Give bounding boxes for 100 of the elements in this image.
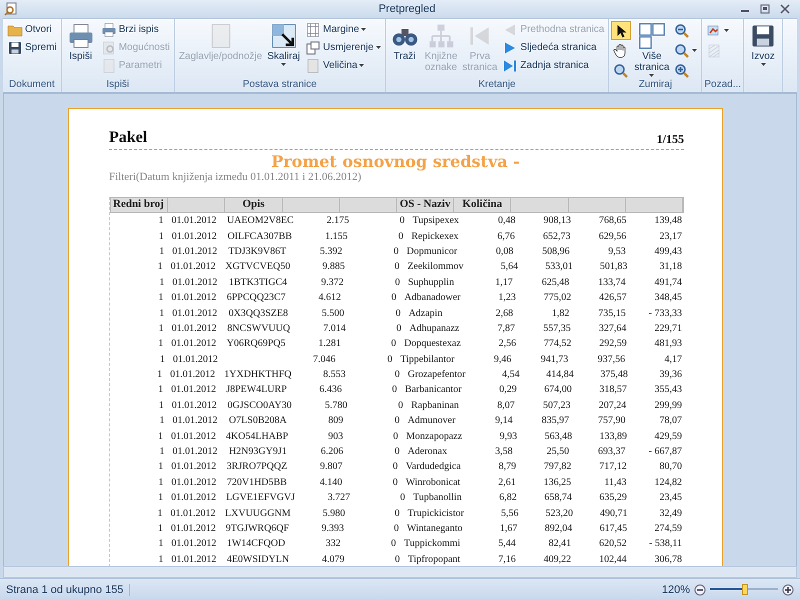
table-cell: 1BTK3TIGC4 bbox=[228, 276, 288, 288]
table-cell: 0 bbox=[392, 461, 398, 472]
ribbon-button[interactable]: Sljedeća stranica bbox=[500, 39, 606, 56]
ribbon-button[interactable]: Traži bbox=[388, 21, 422, 63]
table-cell: 4,17 bbox=[664, 354, 682, 365]
table-cell: 0 bbox=[393, 430, 398, 442]
table-cell: 01.01.2012 bbox=[171, 384, 216, 396]
slider-thumb[interactable] bbox=[742, 584, 748, 595]
caret-icon bbox=[724, 29, 730, 32]
table-cell: 1 bbox=[158, 292, 164, 304]
zoom-in-button[interactable] bbox=[782, 584, 794, 596]
table-cell: 1.281 bbox=[318, 338, 341, 350]
table-cell: Zeekilommov bbox=[407, 261, 464, 272]
table-cell: 1,82 bbox=[552, 308, 570, 319]
table-cell: - 667,87 bbox=[648, 446, 682, 458]
ribbon-button[interactable]: Veličina bbox=[303, 57, 383, 74]
table-cell: 1 bbox=[158, 461, 164, 472]
table-cell: 78,07 bbox=[660, 415, 682, 426]
table-cell: 0 bbox=[394, 276, 400, 288]
table-cell: 2.175 bbox=[326, 215, 350, 226]
table-cell: UAEOM2V8EC bbox=[226, 215, 294, 226]
table-cell: 01.01.2012 bbox=[171, 476, 216, 488]
table-cell: 299,99 bbox=[654, 400, 682, 411]
table-cell: 332 bbox=[326, 538, 341, 550]
table-cell: 0 bbox=[391, 292, 396, 304]
table-cell: 102,44 bbox=[599, 554, 627, 565]
magnifier-icon bbox=[613, 62, 630, 78]
table-cell: 620,52 bbox=[599, 538, 627, 550]
table-cell: 1 bbox=[159, 308, 164, 319]
table-cell: XGTVCVEQ50 bbox=[225, 261, 290, 272]
ribbon-button[interactable]: Izvoz bbox=[746, 21, 780, 67]
ribbon-button[interactable]: Zadnja stranica bbox=[500, 57, 606, 74]
table-cell: 8NCSWVUUQ bbox=[227, 322, 290, 334]
table-cell: 9,46 bbox=[494, 354, 512, 365]
table-cell: 0 bbox=[392, 476, 398, 488]
table-cell: 9,14 bbox=[495, 415, 513, 426]
ribbon-button[interactable]: Margine bbox=[303, 21, 383, 38]
table-cell: 9.807 bbox=[320, 461, 342, 472]
table-cell: 1 bbox=[157, 369, 162, 380]
table-cell: 01.01.2012 bbox=[171, 492, 216, 504]
table-cell: 1 bbox=[158, 400, 164, 411]
ribbon-button[interactable]: Usmjerenje bbox=[303, 39, 383, 56]
table-cell: 8,07 bbox=[497, 400, 515, 411]
table-cell: 941,73 bbox=[540, 354, 568, 365]
table-cell: 557,35 bbox=[543, 322, 571, 334]
table-cell: 5.780 bbox=[324, 400, 348, 411]
table-cell: - 733,33 bbox=[648, 308, 682, 319]
table-cell: 5.500 bbox=[322, 308, 344, 319]
table-cell: 375,48 bbox=[600, 369, 628, 380]
table-cell: 3RJRO7PQQZ bbox=[226, 461, 288, 472]
pages-icon bbox=[638, 22, 666, 50]
ribbon-button[interactable]: Skaliraj bbox=[265, 21, 302, 67]
table-cell: Rapbaninan bbox=[411, 400, 459, 411]
table-cell: 1 bbox=[159, 276, 164, 288]
table-cell: 01.01.2012 bbox=[172, 446, 218, 458]
table-cell: 01.01.2012 bbox=[171, 338, 216, 350]
ribbon-button[interactable]: Ispiši bbox=[64, 21, 98, 63]
close-icon bbox=[780, 4, 790, 14]
table-cell: 5.392 bbox=[320, 246, 342, 257]
ribbon-button[interactable]: Otvori bbox=[5, 21, 59, 38]
table-cell: 32,49 bbox=[660, 508, 682, 519]
table-cell: 6PPCQQ23C7 bbox=[226, 292, 286, 304]
tool-button[interactable] bbox=[611, 21, 632, 40]
table-cell: LXVUUGGNM bbox=[225, 508, 291, 519]
table-cell: 507,23 bbox=[542, 400, 570, 411]
horizontal-scrollbar[interactable] bbox=[3, 566, 797, 578]
ribbon-button[interactable]: Više stranica bbox=[632, 21, 672, 78]
table-cell: 635,29 bbox=[599, 492, 627, 504]
table-cell: 0,29 bbox=[499, 384, 517, 396]
table-cell: 1 bbox=[158, 322, 164, 334]
ribbon-button[interactable]: Brzi ispis bbox=[98, 21, 172, 38]
zoom-out-button[interactable] bbox=[694, 584, 706, 596]
table-cell: Tuppickommi bbox=[404, 538, 460, 550]
table-cell: 124,82 bbox=[654, 476, 682, 488]
table-cell: Vardudedgica bbox=[406, 461, 461, 472]
table-cell: 617,45 bbox=[600, 523, 628, 534]
table-cell: 01.01.2012 bbox=[171, 554, 216, 565]
table-cell: Barbanicantor bbox=[404, 384, 462, 396]
table-cell: 501,83 bbox=[600, 261, 628, 272]
table-cell: 139,48 bbox=[654, 215, 682, 226]
table-cell: 1 bbox=[159, 446, 164, 458]
table-cell: 0 bbox=[391, 538, 396, 550]
table-cell: 774,52 bbox=[544, 338, 572, 350]
table-cell: 414,84 bbox=[546, 369, 574, 380]
table-cell: 0 bbox=[394, 261, 400, 272]
table-cell: 11,43 bbox=[604, 476, 627, 488]
table-cell: 1 bbox=[158, 492, 164, 504]
table-cell: 523,20 bbox=[545, 508, 573, 519]
table-cell: Y06RQ69PQ5 bbox=[226, 338, 286, 350]
table-cell: Wintaneganto bbox=[406, 523, 463, 534]
ribbon-button[interactable]: Spremi bbox=[5, 39, 59, 56]
printer-icon bbox=[66, 22, 95, 50]
table-cell: 658,74 bbox=[544, 492, 572, 504]
table-cell: 1 bbox=[160, 354, 165, 365]
caret-icon bbox=[376, 46, 381, 49]
table-cell: 7.014 bbox=[323, 322, 346, 334]
table-cell: 2,68 bbox=[496, 308, 514, 319]
table-cell: 625,48 bbox=[542, 276, 570, 288]
table-cell: 835,97 bbox=[542, 415, 570, 426]
table-cell: 533,01 bbox=[545, 261, 573, 272]
